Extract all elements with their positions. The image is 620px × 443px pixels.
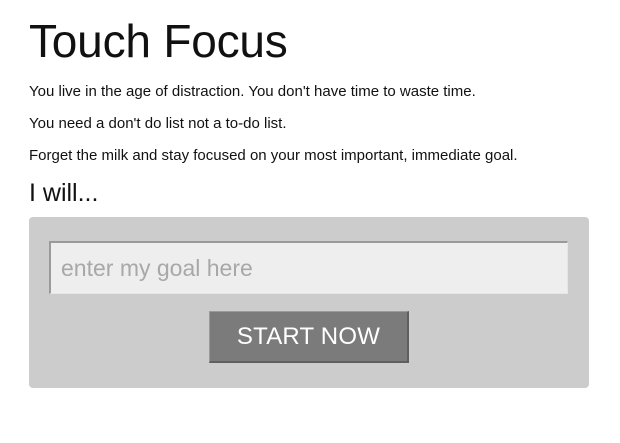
page: Touch Focus You live in the age of distr… bbox=[29, 0, 589, 388]
goal-heading: I will... bbox=[29, 179, 99, 207]
app-title: Touch Focus bbox=[29, 15, 288, 67]
intro-line-1: You live in the age of distraction. You … bbox=[29, 83, 476, 100]
intro-line-3: Forget the milk and stay focused on your… bbox=[29, 147, 518, 164]
goal-form-panel: START NOW bbox=[29, 217, 589, 388]
start-now-button[interactable]: START NOW bbox=[209, 311, 409, 363]
goal-input[interactable] bbox=[49, 241, 568, 294]
intro-line-2: You need a don't do list not a to-do lis… bbox=[29, 115, 287, 132]
